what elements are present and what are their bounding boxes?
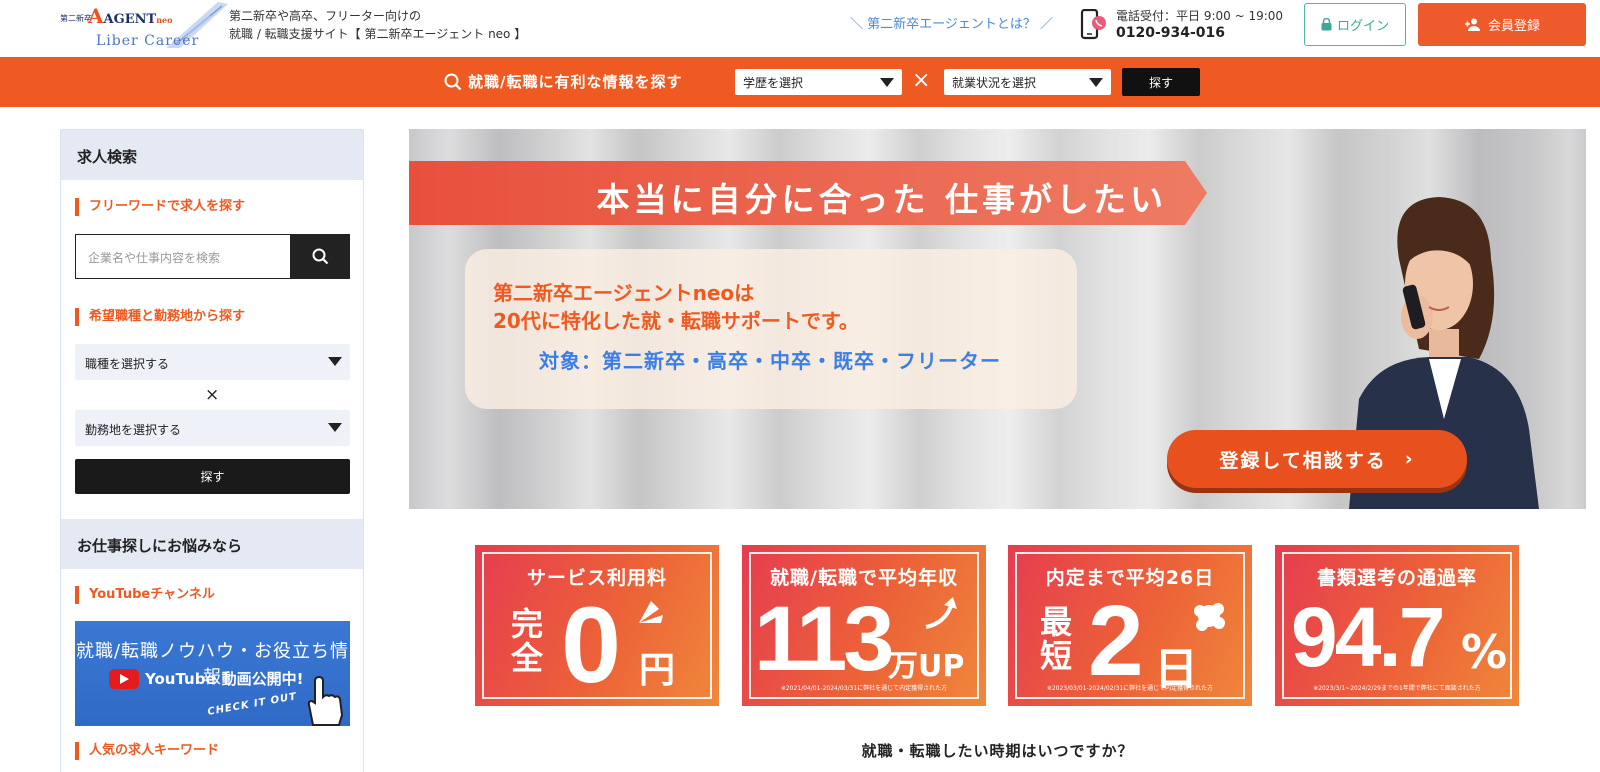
youtube-brand-text: YouTube xyxy=(145,669,216,688)
register-button[interactable]: 会員登録 xyxy=(1418,3,1586,46)
education-select[interactable]: 学歴を選択 xyxy=(735,69,902,95)
hero-line-3: 対象：第二新卒・高卒・中卒・既卒・フリーター xyxy=(539,349,1001,373)
register-label: 会員登録 xyxy=(1487,19,1540,34)
quick-search-title: 就職/転職に有利な情報を探す xyxy=(444,71,682,92)
freeword-title: フリーワードで求人を探す xyxy=(75,198,245,216)
stat-big-number: 2 xyxy=(1088,585,1144,697)
times-icon: × xyxy=(205,385,220,405)
youtube-banner[interactable]: 就職/転職ノウハウ・お役立ち情報 YouTube 動画公開中! CHECK IT… xyxy=(75,621,350,726)
quick-search-button[interactable]: 探す xyxy=(1122,68,1200,96)
stat-note: ※2023/03/01-2024/02/31に弊社を通じて内定獲得された方 xyxy=(1046,685,1214,692)
youtube-title: YouTubeチャンネル xyxy=(75,586,215,604)
sidebar-search-button[interactable]: 探す xyxy=(75,459,350,494)
stat-note: ※2021/04/01-2024/03/31に弊社を通じて内定獲得された方 xyxy=(780,685,948,692)
stat-caption: 書類選考の通過率 xyxy=(1316,567,1477,589)
job-area-title: 希望職種と勤務地から探す xyxy=(75,308,245,326)
employment-status-select[interactable]: 就業状況を選択 xyxy=(944,69,1111,95)
lock-icon xyxy=(1321,18,1332,31)
stat-unit: % xyxy=(1461,625,1508,679)
check-it-out-text: CHECK IT OUT xyxy=(206,691,298,718)
sidebar-heading: 求人検索 xyxy=(61,130,363,180)
pointing-hand-icon xyxy=(307,675,344,726)
phone-number[interactable]: 0120-934-016 xyxy=(1116,25,1283,42)
tagline-line-1: 第二新卒や高卒、フリーター向けの xyxy=(229,9,422,23)
timing-question-heading: 就職・転職したい時期はいつですか？ xyxy=(861,742,1134,760)
hero-cta-label: 登録して相談する xyxy=(1219,449,1387,472)
sparkle-icon xyxy=(639,601,663,623)
logo-liber-text: Liber Career xyxy=(96,33,200,49)
stat-note: ※2023/3/1~2024/2/29までの1年間で弊社にて面談された方 xyxy=(1313,685,1481,692)
site-logo[interactable]: 第二新卒 AAGENTneo Liber Career xyxy=(58,0,228,52)
job-type-select-value: 職種を選択する xyxy=(85,357,170,371)
hero-message-card: 第二新卒エージェントneoは 20代に特化した就・転職サポートです。 対象：第二… xyxy=(465,249,1077,409)
dropdown-triangle-icon xyxy=(880,78,894,87)
stat-big-number: 113 xyxy=(754,588,894,690)
site-header: 第二新卒 AAGENTneo Liber Career 第二新卒や高卒、フリータ… xyxy=(0,0,1600,56)
freeword-search-button[interactable] xyxy=(290,234,350,279)
stat-unit: 万UP xyxy=(888,649,965,684)
login-button[interactable]: ログイン xyxy=(1304,3,1406,46)
job-type-select[interactable]: 職種を選択する xyxy=(75,344,350,380)
register-consult-button[interactable]: 登録して相談する › xyxy=(1167,430,1467,488)
job-search-sidebar: 求人検索 フリーワードで求人を探す 企業名や仕事内容を検索 希望職種と勤務地から… xyxy=(60,129,364,772)
work-area-select-value: 勤務地を選択する xyxy=(85,423,182,437)
stat-caption: 就職/転職で平均年収 xyxy=(770,567,958,589)
times-icon: × xyxy=(912,68,931,93)
dropdown-triangle-icon xyxy=(1089,78,1103,87)
dropdown-triangle-icon xyxy=(328,423,342,432)
search-icon xyxy=(444,73,462,90)
sidebar-heading-2: お仕事探しにお悩みなら xyxy=(61,519,363,569)
burst-icon xyxy=(1194,603,1225,631)
youtube-banner-line2: 動画公開中! xyxy=(221,670,304,688)
stat-card-salary: 就職/転職で平均年収 113 万UP ※2021/04/01-2024/03/3… xyxy=(742,545,986,706)
quick-search-title-text: 就職/転職に有利な情報を探す xyxy=(468,73,683,91)
keyword-title: 人気の求人キーワード xyxy=(75,742,219,760)
search-icon xyxy=(312,248,328,265)
stat-card-pass-rate: 書類選考の通過率 94.7 % ※2023/3/1~2024/2/29までの1年… xyxy=(1275,545,1519,706)
tagline-line-2: 就職 / 転職支援サイト【 第二新卒エージェント neo 】 xyxy=(229,27,527,41)
youtube-banner-subline: YouTube 動画公開中! xyxy=(109,668,304,689)
education-select-value: 学歴を選択 xyxy=(743,76,804,90)
login-label: ログイン xyxy=(1336,19,1389,34)
hero-line-1: 第二新卒エージェントneoは xyxy=(493,281,755,305)
user-add-icon xyxy=(1464,18,1480,31)
hero-banner: 本当に自分に合った 仕事がしたい 第二新卒エージェントneoは 20代に特化した… xyxy=(409,129,1586,509)
dropdown-triangle-icon xyxy=(328,357,342,366)
smartphone-icon xyxy=(1080,9,1106,40)
phone-hours: 電話受付：平日 9:00 ~ 19:00 xyxy=(1116,9,1284,23)
stat-big-number: 94.7 xyxy=(1291,590,1445,684)
site-tagline: 第二新卒や高卒、フリーター向けの 就職 / 転職支援サイト【 第二新卒エージェン… xyxy=(229,7,526,43)
arrow-up-right-icon xyxy=(925,597,957,629)
freeword-search-input[interactable]: 企業名や仕事内容を検索 xyxy=(75,234,291,279)
chevron-right-icon: › xyxy=(1404,448,1415,470)
work-area-select[interactable]: 勤務地を選択する xyxy=(75,410,350,446)
stat-unit: 円 xyxy=(639,650,676,691)
hero-ribbon: 本当に自分に合った 仕事がしたい xyxy=(409,161,1207,225)
youtube-play-icon xyxy=(109,668,139,689)
stat-card-free: サービス利用料 完全 0 円 xyxy=(475,545,719,706)
employment-status-value: 就業状況を選択 xyxy=(952,76,1037,90)
stat-big-number: 0 xyxy=(561,584,622,705)
hero-line-2: 20代に特化した就・転職サポートです。 xyxy=(493,309,859,333)
quick-search-bar: 就職/転職に有利な情報を探す 学歴を選択 × 就業状況を選択 探す xyxy=(0,57,1600,107)
stat-vertical-text: 最短 xyxy=(1039,603,1072,675)
stat-card-days: 内定まで平均26日 最短 2 日 ※2023/03/01-2024/02/31に… xyxy=(1008,545,1252,706)
phone-info: 電話受付：平日 9:00 ~ 19:00 0120-934-016 xyxy=(1116,8,1283,42)
hero-ribbon-text: 本当に自分に合った 仕事がしたい xyxy=(596,180,1167,219)
about-agent-link[interactable]: ＼ 第二新卒エージェントとは？ ／ xyxy=(850,13,1053,32)
stat-vertical-text: 完全 xyxy=(510,605,543,677)
